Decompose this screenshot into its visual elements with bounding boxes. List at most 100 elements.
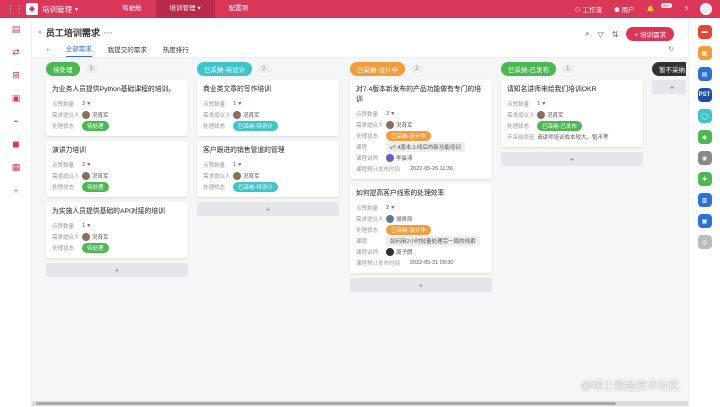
- sidebar-chart-icon[interactable]: ⌁: [0, 110, 32, 133]
- status-badge: 已采纳-待设计: [233, 181, 278, 192]
- add-card-button[interactable]: +: [652, 80, 686, 94]
- app-shortcut-icon[interactable]: ▦: [697, 46, 712, 60]
- heart-icon[interactable]: ♥: [238, 162, 241, 168]
- help-icon[interactable]: ?: [684, 6, 688, 13]
- likes-label: 点赞数量: [356, 111, 379, 118]
- search-icon[interactable]: ⌕: [585, 29, 589, 39]
- kanban-board: 待处理 3 为业务人员提供Python基础课程的培训。 点赞数量 3 ♥ 需求提议人…: [40, 62, 686, 400]
- likes-value: 3: [386, 110, 390, 117]
- chevron-down-icon[interactable]: ▾: [75, 6, 78, 13]
- tab-hot[interactable]: 热度排行: [163, 44, 189, 57]
- heart-icon[interactable]: ♥: [238, 101, 241, 107]
- nav-training-label: 培训管理: [169, 5, 196, 12]
- app-shortcut-icon[interactable]: ▬: [697, 25, 712, 39]
- column-header: 已采纳-已发布 1: [501, 62, 645, 76]
- refresh-icon[interactable]: ↻: [668, 45, 674, 53]
- heart-icon[interactable]: ♥: [87, 101, 90, 107]
- sidebar-add-icon[interactable]: +: [0, 179, 32, 202]
- heart-icon[interactable]: ♥: [391, 111, 394, 117]
- request-card[interactable]: 对7.4版本新发布的产品功能做有专门的培训 点赞数量 3 ♥ 需求提议人 况育军 处理…: [350, 80, 492, 179]
- instructor-label: 课程讲师: [356, 249, 379, 256]
- nav-training[interactable]: 培训管理 ▾: [155, 0, 215, 18]
- requester-label: 需求提议人: [356, 122, 384, 129]
- request-card[interactable]: 商业类文章的写作培训 点赞数量 1 ♥ 需求提议人 况育军 处理状态 已采纳-待设计: [197, 80, 339, 136]
- sidebar-org-icon[interactable]: ⊞: [0, 64, 32, 87]
- card-title: 商业类文章的写作培训: [203, 86, 271, 93]
- request-card[interactable]: 为实施人员提供基础的API对接的培训 点赞数量 1 ♥ 需求提议人 况育军 处理状态待…: [46, 202, 188, 258]
- app-shortcut-icon[interactable]: ◎: [697, 235, 712, 249]
- request-card[interactable]: 客户跟进的销售管道的管理 点赞数量 1 ♥ 需求提议人 况育军 处理状态 已采纳-待设计: [197, 141, 339, 197]
- planned-label: 课程预计发布时间: [356, 166, 401, 173]
- add-view-icon[interactable]: +: [46, 47, 50, 57]
- app-shortcut-icon[interactable]: ▥: [697, 193, 712, 207]
- request-card[interactable]: 演讲力培训 点赞数量 2 ♥ 需求提议人 况育军 处理状态 待处理: [46, 141, 188, 197]
- add-request-button[interactable]: + 培训需求: [626, 27, 674, 41]
- app-shortcut-icon[interactable]: ◆: [697, 130, 712, 144]
- workflow-button[interactable]: ⚇ 工作流: [575, 4, 602, 14]
- column-title: 已采纳-设计中: [350, 62, 406, 76]
- request-card[interactable]: 为业务人员提供Python基础课程的培训。 点赞数量 3 ♥ 需求提议人 况育军 处理…: [46, 80, 188, 136]
- column-header: 已采纳-待设计 2: [197, 62, 341, 76]
- avatar: [82, 110, 90, 119]
- avatar[interactable]: [700, 3, 712, 15]
- heart-icon[interactable]: ♥: [87, 223, 90, 229]
- likes-value: 1: [233, 100, 237, 107]
- nav-config[interactable]: 配置项: [215, 0, 263, 18]
- avatar: [82, 171, 90, 180]
- likes-label: 点赞数量: [356, 205, 379, 212]
- app-icon: ◆: [26, 3, 38, 15]
- planned-label: 课程预计发布时间: [356, 260, 401, 267]
- request-card[interactable]: 如何提高客户线索的处理效率 点赞数量 2 ♥ 需求提议人 谢昕辰 处理状态 已采纳-设计…: [350, 184, 492, 273]
- app-title[interactable]: 培训管理: [42, 4, 72, 15]
- add-card-button[interactable]: +: [46, 263, 188, 277]
- nav-cockpit[interactable]: 驾驶舱: [108, 0, 156, 18]
- likes-value: 1: [82, 222, 86, 229]
- left-sidebar: ▤ ⇄ ⊞ ▣ ⌁ ◼ ▦ +: [0, 18, 32, 407]
- add-card-button[interactable]: +: [197, 202, 339, 216]
- requester-value: 况育军: [92, 112, 109, 119]
- column-published: 已采纳-已发布 1 请知名讲师来给我们培训OKR 点赞数量 1 ♥ 需求提议人 况育军…: [501, 62, 645, 166]
- grid-icon[interactable]: ⋮⋮: [6, 4, 24, 15]
- chevron-right-icon[interactable]: »: [38, 29, 42, 36]
- app-shortcut-icon[interactable]: ▣: [697, 214, 712, 228]
- heart-icon[interactable]: ♥: [542, 101, 545, 107]
- column-count: 2: [258, 65, 270, 73]
- column-count: 1: [562, 65, 574, 73]
- app-shortcut-icon[interactable]: ▤: [697, 67, 712, 81]
- reason-value: 请讲师培训成本较大，暂不考: [537, 134, 609, 141]
- requester-label: 需求提议人: [52, 234, 80, 241]
- sidebar-calendar-icon[interactable]: ▦: [0, 156, 32, 179]
- sort-icon[interactable]: ⇅: [612, 30, 619, 39]
- avatar: [386, 214, 394, 223]
- tab-all[interactable]: 全部需求: [65, 43, 92, 57]
- filter-icon[interactable]: ▽: [598, 30, 604, 39]
- likes-label: 点赞数量: [52, 162, 75, 169]
- sidebar-flow-icon[interactable]: ⇄: [0, 41, 32, 64]
- sidebar-cube-icon[interactable]: ◼: [0, 133, 32, 156]
- sidebar-doc-icon[interactable]: ▤: [0, 18, 32, 41]
- status-label: 处理状态: [203, 123, 226, 130]
- app-shortcut-icon[interactable]: ◯: [697, 109, 712, 123]
- page-header: » 员工培训需求 ··· ⌕ ▽ ⇅ + 培训需求 + 全部需求 我提交的需求 …: [32, 18, 688, 58]
- tab-mine[interactable]: 我提交的需求: [108, 44, 147, 57]
- heart-icon[interactable]: ♥: [87, 162, 90, 168]
- request-card[interactable]: 请知名讲师来给我们培训OKR 点赞数量 1 ♥ 需求提议人 况育军 处理状态 已采纳-已…: [501, 80, 643, 147]
- likes-label: 点赞数量: [507, 101, 530, 108]
- column-rejected: 暂不采纳 +: [652, 62, 686, 94]
- add-card-button[interactable]: +: [501, 152, 643, 166]
- scrollbar-thumb[interactable]: [36, 402, 616, 405]
- course-label: 课程: [356, 238, 368, 245]
- heart-icon[interactable]: ♥: [391, 205, 394, 211]
- requester-label: 需求提议人: [356, 216, 384, 223]
- user-button[interactable]: ⚉ 用户: [614, 4, 635, 14]
- horizontal-scrollbar[interactable]: [32, 401, 688, 406]
- requester-value: 况育军: [396, 122, 413, 129]
- bell-icon[interactable]: 🔔: [647, 5, 655, 13]
- status-badge: 已采纳-待设计: [233, 120, 278, 131]
- add-card-button[interactable]: +: [350, 278, 492, 292]
- sidebar-box-icon[interactable]: ▣: [0, 87, 32, 110]
- app-shortcut-icon[interactable]: PST: [697, 88, 712, 102]
- more-icon[interactable]: ···: [104, 28, 113, 38]
- app-shortcut-icon[interactable]: ◉: [697, 151, 712, 165]
- app-shortcut-icon[interactable]: ✚: [697, 172, 712, 186]
